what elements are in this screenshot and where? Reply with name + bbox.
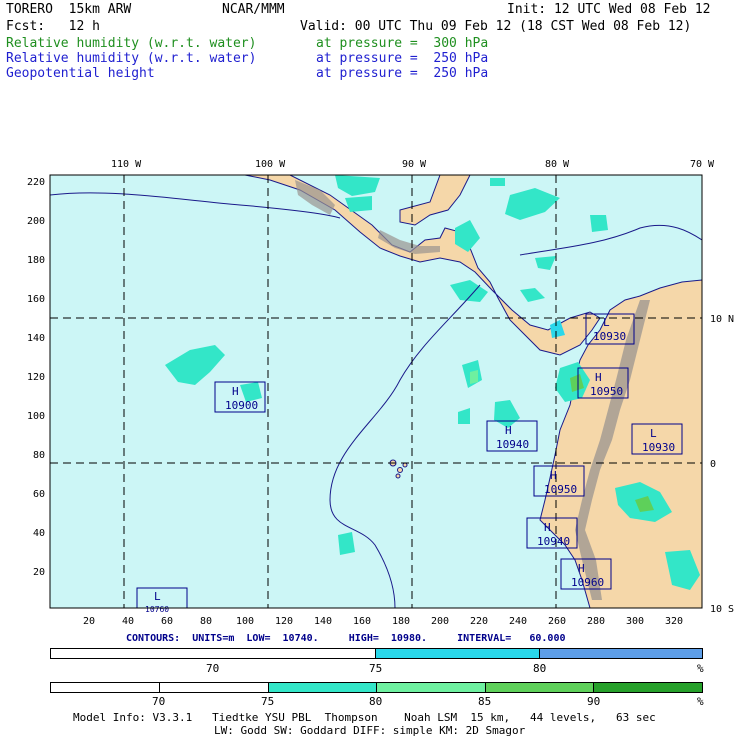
x-tick: 280 [587,616,605,627]
center-value: 10960 [571,576,604,589]
x-tick: 300 [626,616,644,627]
colorbar-segment [486,683,594,692]
y-tick: 200 [27,216,45,227]
x-tick: 260 [548,616,566,627]
y-tick: 40 [33,528,45,539]
y-tick: 180 [27,255,45,266]
y-tick: 120 [27,372,45,383]
lon-label: 80 W [545,159,570,170]
y-tick: 20 [33,567,45,578]
colorbar-segment [594,683,702,692]
model-info-line1: Model Info: V3.3.1 Tiedtke YSU PBL Thomp… [73,711,656,724]
colorbar-300-label: 70 [152,695,166,708]
center-type: H [578,562,585,575]
lon-label: 90 W [402,159,427,170]
y-tick: 100 [27,411,45,422]
x-tick: 60 [161,616,173,627]
x-tick: 40 [122,616,134,627]
y-tick: 80 [33,450,45,461]
colorbar-300hpa [50,682,703,693]
colorbar-segment [160,683,269,692]
lon-label: 100 W [255,159,286,170]
colorbar-250-label: 70 [206,662,220,675]
center-value: 10940 [537,535,570,548]
center-value: 10930 [593,330,626,343]
colorbar-segment [51,683,160,692]
contours-info: CONTOURS: UNITS=m LOW= 10740. HIGH= 1098… [126,633,566,644]
y-tick: 220 [27,177,45,188]
colorbar-250hpa [50,648,703,659]
y-tick: 160 [27,294,45,305]
center-type: L [603,316,610,329]
colorbar-300-label: 75 [261,695,275,708]
colorbar-segment [376,649,540,658]
x-tick: 240 [509,616,527,627]
x-tick: 20 [83,616,95,627]
center-value: 10950 [590,385,623,398]
x-tick: 320 [665,616,683,627]
colorbar-segment [540,649,702,658]
lat-label: 0 [710,459,716,470]
model-info-line2: LW: Godd SW: Goddard DIFF: simple KM: 2D… [214,724,526,737]
x-tick: 140 [314,616,332,627]
center-type: L [154,590,161,603]
center-value: 10930 [642,441,675,454]
colorbar-250-unit: % [697,662,704,675]
colorbar-segment [377,683,486,692]
colorbar-segment [51,649,376,658]
colorbar-250-label: 75 [369,662,383,675]
colorbar-250-label: 80 [533,662,547,675]
colorbar-300-unit: % [697,695,704,708]
x-tick: 120 [275,616,293,627]
center-type: L [650,427,657,440]
center-type: H [232,385,239,398]
x-tick: 100 [236,616,254,627]
center-type: H [544,521,551,534]
center-type: H [595,371,602,384]
x-tick: 80 [200,616,212,627]
center-value: 10760 [145,605,169,614]
y-tick: 140 [27,333,45,344]
colorbar-300-label: 85 [478,695,492,708]
x-tick: 180 [392,616,410,627]
colorbar-300-label: 90 [587,695,601,708]
center-type: H [550,469,557,482]
lon-label: 70 W [690,159,715,170]
x-tick: 160 [353,616,371,627]
x-tick: 220 [470,616,488,627]
colorbar-300-label: 80 [369,695,383,708]
center-value: 10940 [496,438,529,451]
lat-label: 10 S [710,604,734,615]
x-tick: 200 [431,616,449,627]
center-value: 10950 [544,483,577,496]
lon-label: 110 W [111,159,142,170]
center-type: H [505,424,512,437]
center-value: 10900 [225,399,258,412]
lat-label: 10 N [710,314,734,325]
colorbar-segment [269,683,377,692]
weather-map: L 10930 H 10950 H 10900 H 10940 L 10930 … [27,159,734,627]
y-tick: 60 [33,489,45,500]
